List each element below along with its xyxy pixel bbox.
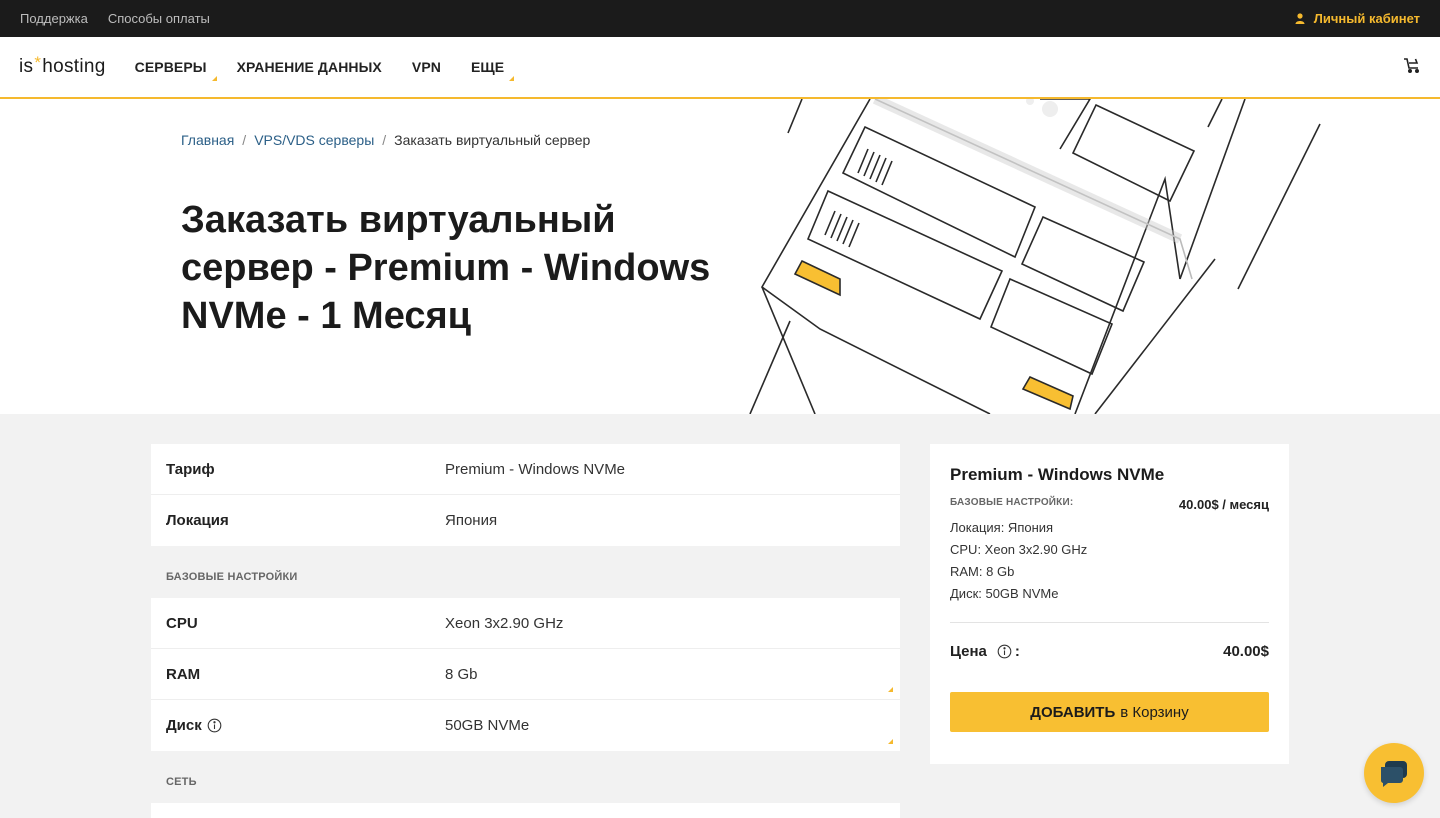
ram-select[interactable]: RAM 8 Gb — [151, 649, 900, 700]
tariff-label: Тариф — [166, 460, 215, 478]
summary-base-row: БАЗОВЫЕ НАСТРОЙКИ: 40.00$ / месяц — [950, 497, 1269, 512]
logo-star: * — [34, 53, 42, 72]
dropdown-corner-icon — [888, 687, 893, 692]
info-icon[interactable] — [997, 644, 1012, 659]
cart-button[interactable] — [1403, 57, 1421, 78]
price-colon: : — [1014, 643, 1020, 660]
summary-spec-item: CPU: Xeon 3x2.90 GHz — [950, 542, 1088, 557]
add-to-cart-rest: в Корзину — [1120, 703, 1189, 721]
nav-item-vpn[interactable]: VPN — [412, 59, 441, 75]
logo-text-left: is — [19, 56, 34, 77]
summary-base-label: БАЗОВЫЕ НАСТРОЙКИ: — [950, 497, 1074, 508]
price-value: 40.00$ — [1223, 643, 1269, 660]
summary-total: Цена : 40.00$ — [950, 643, 1269, 660]
disk-label-wrap: Диск — [151, 717, 445, 734]
location-label: Локация — [166, 512, 229, 529]
summary-spec-item: Локация: Япония — [950, 520, 1054, 535]
disk-value: 50GB NVMe — [445, 717, 530, 734]
cpu-label: CPU — [166, 614, 198, 632]
support-link[interactable]: Поддержка — [20, 11, 88, 26]
breadcrumb-home[interactable]: Главная — [181, 132, 234, 148]
nav-item-more[interactable]: ЕЩЕ — [471, 59, 515, 81]
summary-spec-item: RAM: 8 Gb — [950, 564, 1015, 579]
user-icon — [1295, 13, 1305, 24]
main-nav: is * hosting СЕРВЕРЫ ХРАНЕНИЕ ДАННЫХ VPN Е… — [0, 37, 1440, 99]
ram-label: RAM — [166, 665, 201, 683]
chat-button[interactable] — [1364, 743, 1424, 803]
breadcrumb-vps[interactable]: VPS/VDS серверы — [254, 132, 374, 148]
cart-icon — [1404, 57, 1420, 73]
cpu-value: Xeon 3x2.90 GHz — [445, 614, 564, 632]
ram-value: 8 Gb — [445, 665, 478, 683]
summary-spec-item: Диск: 50GB NVMe — [950, 586, 1059, 601]
dropdown-indicator-icon — [509, 76, 515, 81]
base-settings-heading: БАЗОВЫЕ НАСТРОЙКИ — [166, 571, 298, 583]
hero-section: Главная / VPS/VDS серверы / Заказать виртуал… — [0, 99, 1440, 414]
account-link[interactable]: Личный кабинет — [1295, 11, 1420, 26]
breadcrumb-current: Заказать виртуальный сервер — [394, 132, 591, 148]
info-icon[interactable] — [207, 718, 222, 733]
summary-divider — [950, 622, 1269, 623]
summary-title: Premium - Windows NVMe — [950, 465, 1165, 484]
logo-text-right: hosting — [42, 56, 106, 77]
network-heading: СЕТЬ — [166, 776, 197, 788]
tariff-value: Premium - Windows NVMe — [445, 460, 626, 478]
dropdown-indicator-icon — [211, 76, 217, 81]
location-row: Локация Япония — [151, 495, 900, 546]
top-bar: Поддержка Способы оплаты Личный кабинет — [0, 0, 1440, 37]
dropdown-corner-icon — [888, 739, 893, 744]
account-label: Личный кабинет — [1313, 11, 1420, 26]
order-summary: Premium - Windows NVMe БАЗОВЫЕ НАСТРОЙКИ… — [930, 444, 1289, 764]
summary-specs: Локация: Япония CPU: Xeon 3x2.90 GHz RAM… — [950, 517, 1269, 605]
base-settings-panel: CPU Xeon 3x2.90 GHz RAM 8 Gb Диск 50GB N… — [151, 598, 900, 751]
payment-methods-link[interactable]: Способы оплаты — [108, 11, 210, 26]
location-value: Япония — [445, 512, 498, 529]
network-panel — [151, 803, 900, 818]
disk-select[interactable]: Диск 50GB NVMe — [151, 700, 900, 751]
page-title: Заказать виртуальный сервер - Premium - … — [181, 199, 711, 337]
summary-base-price: 40.00$ / месяц — [1178, 497, 1269, 512]
breadcrumb: Главная / VPS/VDS серверы / Заказать виртуал… — [181, 132, 591, 148]
nav-item-storage[interactable]: ХРАНЕНИЕ ДАННЫХ — [237, 59, 382, 75]
disk-label: Диск — [166, 717, 202, 734]
price-label: Цена — [950, 643, 987, 660]
add-to-cart-bold: ДОБАВИТЬ — [1030, 703, 1116, 721]
tariff-row: Тариф Premium - Windows NVMe — [151, 444, 900, 495]
logo[interactable]: is * hosting — [19, 53, 106, 78]
cpu-row: CPU Xeon 3x2.90 GHz — [151, 598, 900, 649]
nav-item-servers[interactable]: СЕРВЕРЫ — [135, 59, 217, 81]
chat-icon — [1380, 761, 1407, 787]
add-to-cart-button[interactable]: ДОБАВИТЬ в Корзину — [950, 692, 1269, 732]
tariff-panel: Тариф Premium - Windows NVMe Локация Япо… — [151, 444, 900, 546]
server-illustration — [749, 99, 1321, 414]
